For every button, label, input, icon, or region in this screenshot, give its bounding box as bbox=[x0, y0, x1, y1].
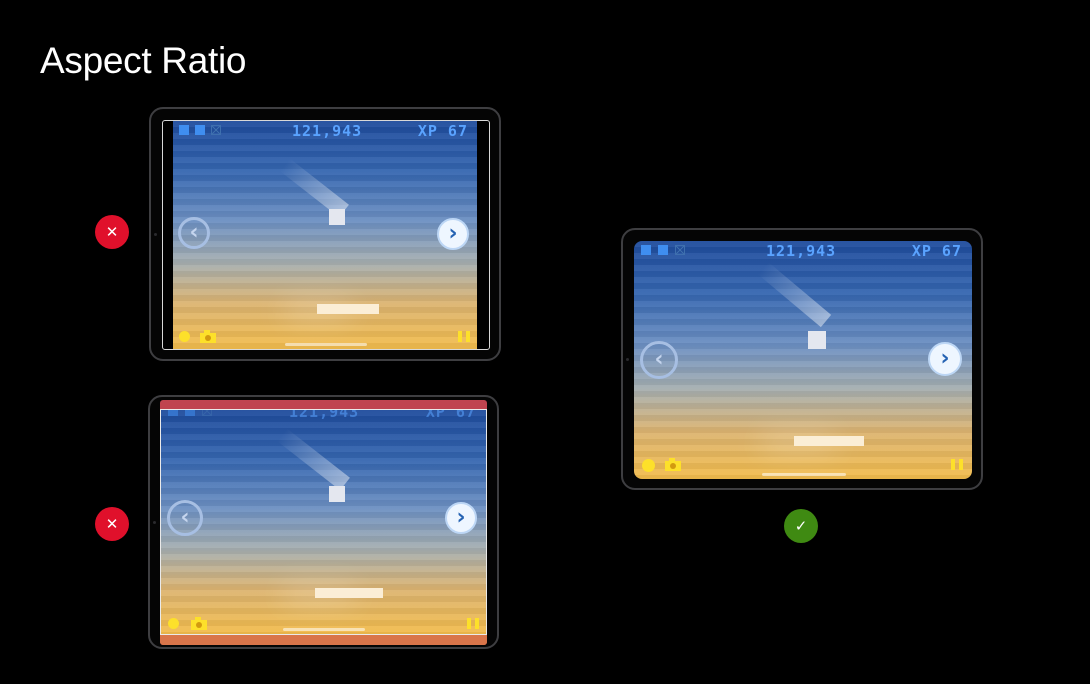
right-arrow-button[interactable]: › bbox=[445, 502, 477, 534]
chevron-left-icon: ‹ bbox=[180, 505, 190, 530]
score-counter: 121,943 bbox=[289, 409, 360, 421]
ball bbox=[329, 209, 345, 225]
chevron-right-icon: › bbox=[448, 221, 458, 246]
game-scene: 121,943 XP 67 ‹ › bbox=[634, 241, 972, 479]
ball bbox=[808, 331, 826, 349]
hud-top: 121,943 XP 67 bbox=[161, 409, 486, 421]
home-indicator bbox=[762, 473, 846, 476]
coin-icon bbox=[179, 331, 190, 342]
ipad-screen: 121,943 XP 67 ‹ › bbox=[162, 120, 490, 350]
game-scene: 121,943 XP 67 ‹ › bbox=[160, 409, 487, 635]
paddle bbox=[794, 436, 864, 446]
life-lost-icon bbox=[675, 245, 685, 255]
ipad-stretched-example: 121,943 XP 67 ‹ › bbox=[148, 395, 499, 649]
paddle bbox=[317, 304, 379, 314]
left-arrow-button[interactable]: ‹ bbox=[167, 500, 203, 536]
chevron-right-icon: › bbox=[456, 505, 466, 530]
game-scene: 121,943 XP 67 ‹ › bbox=[173, 121, 477, 349]
left-arrow-button[interactable]: ‹ bbox=[640, 341, 678, 379]
life-icon bbox=[179, 125, 189, 135]
home-indicator bbox=[283, 628, 365, 631]
life-icon bbox=[658, 245, 668, 255]
score-counter: 121,943 bbox=[292, 122, 363, 140]
camera-icon[interactable] bbox=[191, 617, 207, 630]
ball bbox=[329, 486, 345, 502]
paddle bbox=[315, 588, 383, 598]
chevron-left-icon: ‹ bbox=[189, 220, 199, 245]
ipad-screen: 121,943 XP 67 ‹ › bbox=[634, 241, 972, 479]
correct-marker-icon: ✓ bbox=[784, 509, 818, 543]
score-counter: 121,943 bbox=[766, 242, 837, 260]
life-icon bbox=[185, 410, 195, 416]
right-arrow-button[interactable]: › bbox=[928, 342, 962, 376]
slide-title: Aspect Ratio bbox=[40, 40, 247, 81]
coin-icon bbox=[168, 618, 179, 629]
coin-icon bbox=[642, 459, 655, 472]
ball-trail bbox=[277, 428, 350, 491]
ipad-pillarbox-example: 121,943 XP 67 ‹ › bbox=[149, 107, 501, 361]
ipad-screen: 121,943 XP 67 ‹ › bbox=[160, 400, 487, 645]
xp-counter: XP 67 bbox=[417, 122, 468, 140]
cropped-bottom-band bbox=[160, 635, 487, 645]
life-lost-icon bbox=[211, 125, 221, 135]
ball-trail bbox=[758, 262, 832, 328]
pause-icon[interactable] bbox=[951, 459, 963, 470]
home-indicator bbox=[285, 343, 367, 346]
incorrect-marker-icon: ✕ bbox=[95, 215, 129, 249]
chevron-right-icon: › bbox=[940, 346, 950, 371]
life-icon bbox=[195, 125, 205, 135]
pause-icon[interactable] bbox=[467, 618, 479, 629]
left-arrow-button[interactable]: ‹ bbox=[178, 217, 210, 249]
life-icon bbox=[168, 410, 178, 416]
hud-top: 121,943 XP 67 bbox=[173, 123, 477, 139]
ipad-native-example: 121,943 XP 67 ‹ › bbox=[621, 228, 983, 490]
life-icon bbox=[641, 245, 651, 255]
incorrect-marker-icon: ✕ bbox=[95, 507, 129, 541]
right-arrow-button[interactable]: › bbox=[437, 218, 469, 250]
xp-counter: XP 67 bbox=[425, 409, 476, 421]
chevron-left-icon: ‹ bbox=[654, 347, 664, 372]
hud-top: 121,943 XP 67 bbox=[634, 243, 972, 259]
camera-icon[interactable] bbox=[665, 458, 681, 471]
xp-counter: XP 67 bbox=[911, 242, 962, 260]
life-lost-icon bbox=[202, 410, 212, 416]
camera-icon[interactable] bbox=[200, 330, 216, 343]
pause-icon[interactable] bbox=[458, 331, 470, 342]
